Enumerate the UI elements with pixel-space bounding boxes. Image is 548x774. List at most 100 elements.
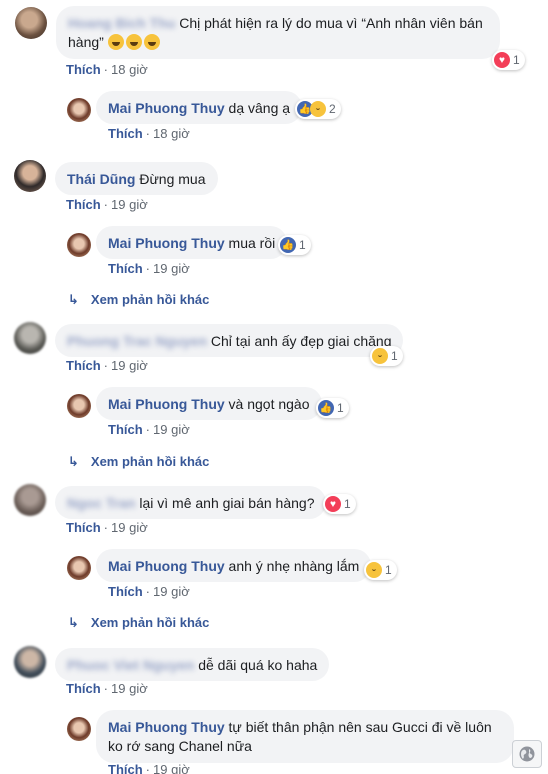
reaction-summary[interactable]: 👍 1	[278, 235, 311, 255]
reply-bubble: Mai Phuong Thuy dạ vâng ạ	[96, 91, 303, 124]
haha-icon: ᵕ	[372, 348, 388, 364]
avatar[interactable]	[67, 394, 91, 418]
comment-text: dạ vâng ạ	[228, 100, 291, 116]
avatar[interactable]	[67, 717, 91, 741]
grinning-emoji-icon	[125, 34, 142, 50]
reply-bubble: Mai Phuong Thuy anh ý nhẹ nhàng lắm	[96, 549, 372, 582]
reaction-count: 1	[391, 349, 398, 363]
comment-text: dễ dãi quá ko haha	[198, 657, 318, 673]
like-link[interactable]: Thích	[108, 762, 143, 774]
comment-bubble: Ngoc Tran lại vì mê anh giai bán hàng?	[55, 486, 327, 519]
timestamp[interactable]: 19 giờ	[111, 197, 148, 212]
comment-author[interactable]: Thái Dũng	[67, 171, 135, 187]
comment-author[interactable]: Mai Phuong Thuy	[108, 558, 225, 574]
timestamp[interactable]: 19 giờ	[111, 358, 148, 373]
reply-arrow-icon: ↳	[68, 292, 79, 307]
globe-icon	[519, 746, 535, 762]
comment-bubble: Thái Dũng Đừng mua	[55, 162, 218, 195]
timestamp[interactable]: 19 giờ	[153, 261, 190, 276]
comment-author[interactable]: Mai Phuong Thuy	[108, 235, 225, 251]
like-link[interactable]: Thích	[66, 520, 101, 535]
comment-author[interactable]: Hoang Bich Thu	[68, 15, 175, 31]
like-link[interactable]: Thích	[108, 584, 143, 599]
reaction-summary[interactable]: 👍 ᵕ 2	[295, 99, 341, 119]
avatar[interactable]	[14, 484, 46, 516]
like-icon: 👍	[318, 400, 334, 416]
reaction-summary[interactable]: ♥ 1	[492, 50, 525, 70]
reply-bubble: Mai Phuong Thuy tự biết thân phận nên sa…	[96, 710, 514, 763]
timestamp[interactable]: 19 giờ	[111, 681, 148, 696]
more-replies-link[interactable]: ↳ Xem phản hồi khác	[68, 454, 209, 470]
more-replies-link[interactable]: ↳ Xem phản hồi khác	[68, 615, 209, 631]
comment-text: mua rồi	[228, 235, 276, 251]
comment-author[interactable]: Phuong Trac Nguyen	[67, 333, 207, 349]
reaction-summary[interactable]: ♥ 1	[323, 494, 356, 514]
globe-button[interactable]	[512, 740, 542, 768]
comment-meta: Thích · 18 giờ	[108, 126, 190, 141]
comment-author[interactable]: Mai Phuong Thuy	[108, 100, 225, 116]
more-replies-link[interactable]: ↳ Xem phản hồi khác	[68, 292, 209, 308]
reaction-count: 1	[299, 238, 306, 252]
comment-meta: Thích · 18 giờ	[66, 62, 148, 77]
avatar[interactable]	[14, 322, 46, 354]
comment-text: Chỉ tại anh ấy đẹp giai chăng	[210, 333, 392, 349]
avatar[interactable]	[67, 98, 91, 122]
haha-icon: ᵕ	[366, 562, 382, 578]
avatar[interactable]	[14, 160, 46, 192]
reaction-summary[interactable]: 👍 1	[316, 398, 349, 418]
like-link[interactable]: Thích	[108, 126, 143, 141]
like-icon: 👍	[280, 237, 296, 253]
comment-meta: Thích · 19 giờ	[108, 762, 190, 774]
timestamp[interactable]: 19 giờ	[153, 584, 190, 599]
comment-meta: Thích · 19 giờ	[66, 520, 148, 535]
timestamp[interactable]: 18 giờ	[153, 126, 190, 141]
reaction-count: 1	[385, 563, 392, 577]
avatar[interactable]	[15, 7, 47, 39]
timestamp[interactable]: 19 giờ	[111, 520, 148, 535]
comment-author[interactable]: Phuoc Viet Nguyen	[67, 657, 194, 673]
avatar[interactable]	[14, 646, 46, 678]
comment-bubble: Hoang Bich Thu Chị phát hiện ra lý do mu…	[56, 6, 500, 59]
reaction-count: 1	[513, 53, 520, 67]
reaction-count: 1	[337, 401, 344, 415]
comment-meta: Thích · 19 giờ	[108, 261, 190, 276]
reaction-summary[interactable]: ᵕ 1	[364, 560, 397, 580]
comment-text: anh ý nhẹ nhàng lắm	[228, 558, 360, 574]
comment-text: lại vì mê anh giai bán hàng?	[139, 495, 315, 511]
reaction-count: 1	[344, 497, 351, 511]
like-link[interactable]: Thích	[66, 197, 101, 212]
grinning-emoji-icon	[107, 34, 124, 50]
comment-author[interactable]: Mai Phuong Thuy	[108, 396, 225, 412]
love-icon: ♥	[325, 496, 341, 512]
comment-meta: Thích · 19 giờ	[66, 197, 148, 212]
like-link[interactable]: Thích	[108, 261, 143, 276]
reply-bubble: Mai Phuong Thuy và ngọt ngào	[96, 387, 322, 420]
comment-author[interactable]: Ngoc Tran	[67, 495, 135, 511]
reaction-summary[interactable]: ᵕ 1	[370, 346, 403, 366]
comment-meta: Thích · 19 giờ	[66, 358, 148, 373]
timestamp[interactable]: 18 giờ	[111, 62, 148, 77]
comment-text: và ngọt ngào	[228, 396, 310, 412]
comment-author[interactable]: Mai Phuong Thuy	[108, 719, 225, 735]
comment-text: Đừng mua	[139, 171, 206, 187]
like-link[interactable]: Thích	[66, 358, 101, 373]
like-link[interactable]: Thích	[66, 62, 101, 77]
avatar[interactable]	[67, 233, 91, 257]
avatar[interactable]	[67, 556, 91, 580]
grinning-emoji-icon	[143, 34, 160, 50]
love-icon: ♥	[494, 52, 510, 68]
reply-arrow-icon: ↳	[68, 454, 79, 469]
timestamp[interactable]: 19 giờ	[153, 762, 190, 774]
timestamp[interactable]: 19 giờ	[153, 422, 190, 437]
like-link[interactable]: Thích	[66, 681, 101, 696]
comment-meta: Thích · 19 giờ	[66, 681, 148, 696]
reply-bubble: Mai Phuong Thuy mua rồi	[96, 226, 288, 259]
haha-icon: ᵕ	[310, 101, 326, 117]
comment-bubble: Phuoc Viet Nguyen dễ dãi quá ko haha	[55, 648, 330, 681]
comment-meta: Thích · 19 giờ	[108, 422, 190, 437]
like-link[interactable]: Thích	[108, 422, 143, 437]
comment-bubble: Phuong Trac Nguyen Chỉ tại anh ấy đẹp gi…	[55, 324, 404, 357]
reaction-count: 2	[329, 102, 336, 116]
reply-arrow-icon: ↳	[68, 615, 79, 630]
comment-meta: Thích · 19 giờ	[108, 584, 190, 599]
